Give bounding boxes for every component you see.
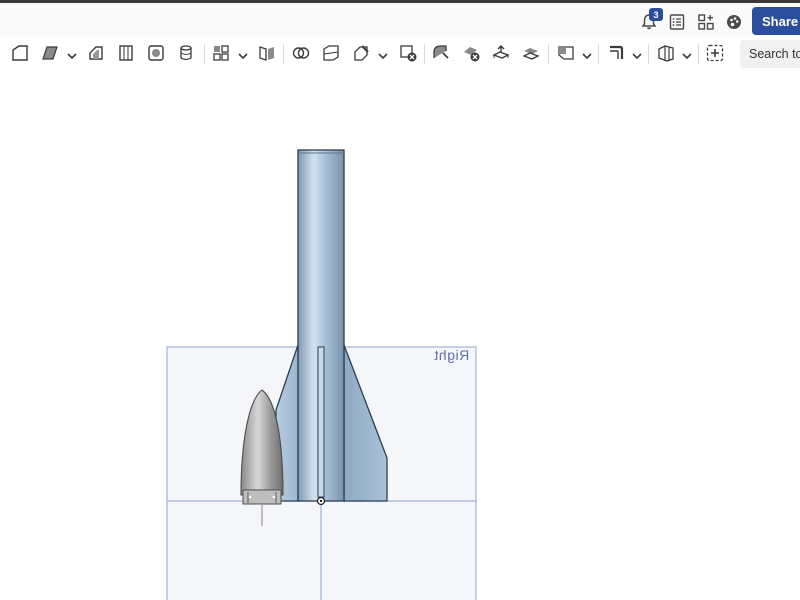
toolbar-divider [424,44,425,64]
chevron-down-icon[interactable] [238,48,248,60]
sheet-metal-icon[interactable] [605,42,627,64]
delete-face-icon[interactable] [460,42,482,64]
toolbar-divider [648,44,649,64]
toolbar-divider [548,44,549,64]
boolean-icon[interactable] [290,42,312,64]
top-header-bar: 3 Share [0,3,800,36]
chevron-down-icon[interactable] [682,48,692,60]
view-cube-right-label[interactable]: Right [434,347,469,363]
chevron-down-icon[interactable] [632,48,642,60]
modify-fillet-icon[interactable] [430,42,452,64]
search-tools-input[interactable]: Search to [740,40,800,68]
move-face-icon[interactable] [490,42,512,64]
split-icon[interactable] [320,42,342,64]
document-list-icon[interactable] [666,11,688,33]
replace-face-icon[interactable] [520,42,542,64]
chevron-down-icon[interactable] [582,48,592,60]
pattern-icon[interactable] [210,42,232,64]
toolbar-divider [204,44,205,64]
add-feature-icon[interactable] [704,42,726,64]
shell-icon[interactable] [175,42,197,64]
delete-part-icon[interactable] [397,42,419,64]
feature-toolbar [0,38,800,70]
share-button[interactable]: Share [752,7,800,35]
chevron-down-icon[interactable] [67,48,77,60]
rocket-body[interactable] [275,149,388,502]
transform-icon[interactable] [350,42,372,64]
notification-count-badge: 3 [649,8,663,21]
extrude-icon[interactable] [39,42,61,64]
apps-grid-icon[interactable] [695,11,717,33]
sketch-icon[interactable] [9,42,31,64]
chevron-down-icon[interactable] [378,48,388,60]
revolve-icon[interactable] [85,42,107,64]
3d-viewport[interactable] [0,70,800,600]
appearance-palette-icon[interactable] [723,11,745,33]
toolbar-divider [598,44,599,64]
fillet-icon[interactable] [145,42,167,64]
toolbar-divider [698,44,699,64]
origin-marker [316,496,326,506]
sweep-icon[interactable] [115,42,137,64]
frame-icon[interactable] [655,42,677,64]
plane-icon[interactable] [555,42,577,64]
toolbar-divider [283,44,284,64]
mirror-icon[interactable] [256,42,278,64]
